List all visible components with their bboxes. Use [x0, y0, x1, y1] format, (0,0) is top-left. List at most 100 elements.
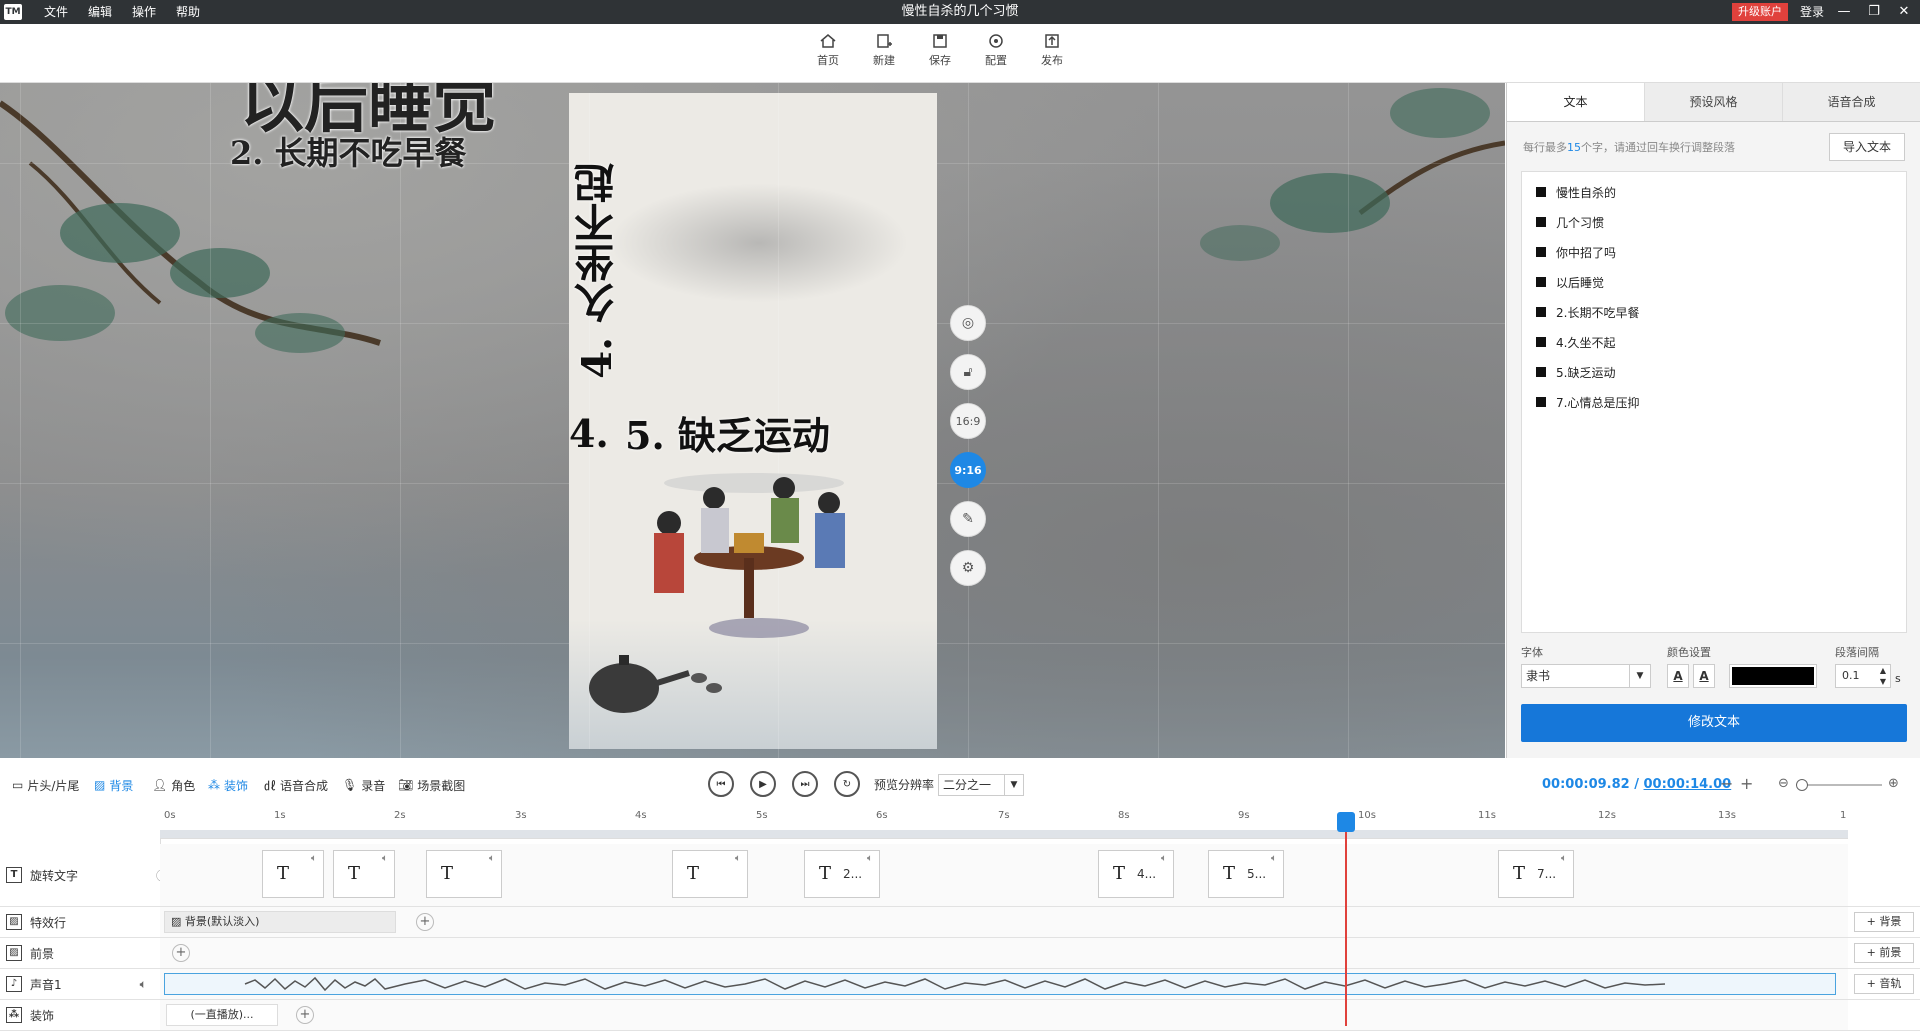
zoom-in-icon[interactable]: ⊕: [1888, 776, 1899, 791]
audio-clip[interactable]: [164, 973, 1836, 995]
total-time[interactable]: 00:00:14.00: [1644, 777, 1732, 792]
stepper-arrows-icon[interactable]: ▲ ▼: [1880, 665, 1886, 687]
track-area[interactable]: T 🔈︎ T 🔈︎ T 🔈︎ T 🔈︎ T 🔈︎ 2... T 🔈︎ 4... T 🔈︎ 5... …: [160, 844, 1848, 906]
list-item[interactable]: 2.长期不吃早餐: [1536, 302, 1639, 322]
list-item[interactable]: 慢性自杀的: [1536, 182, 1616, 202]
background-clip[interactable]: ▨ 背景(默认淡入): [164, 911, 396, 933]
spacing-stepper[interactable]: 0.1 ▲ ▼: [1835, 664, 1891, 688]
text-clip[interactable]: T 🔈︎ 7...: [1498, 850, 1574, 898]
track-area[interactable]: +: [160, 938, 1848, 968]
add-background-button[interactable]: + 背景: [1854, 912, 1914, 932]
volume-icon[interactable]: 🔈︎: [140, 977, 147, 992]
speaker-icon[interactable]: 🔈︎: [382, 853, 388, 864]
list-item[interactable]: 5.缺乏运动: [1536, 362, 1615, 382]
decoration-button[interactable]: ⁂ 装饰: [208, 764, 248, 806]
config-button[interactable]: 配置: [978, 30, 1014, 68]
tab-preset-style[interactable]: 预设风格: [1645, 83, 1783, 121]
menu-help[interactable]: 帮助: [166, 0, 210, 24]
intro-outro-button[interactable]: ▭ 片头/片尾: [12, 764, 79, 806]
speech-synthesis-button[interactable]: ㎗语音合成: [264, 764, 328, 806]
font-select[interactable]: 隶书 ▼: [1521, 664, 1651, 688]
vertical-text-item4[interactable]: 4. 久坐不起: [569, 163, 627, 379]
speaker-icon[interactable]: 🔈︎: [867, 853, 873, 864]
text-clip[interactable]: T 🔈︎ 2...: [804, 850, 880, 898]
tab-text[interactable]: 文本: [1507, 83, 1645, 121]
background-button[interactable]: ▨ 背景: [94, 764, 133, 806]
playhead[interactable]: [1337, 812, 1355, 1026]
skip-back-icon[interactable]: ⏮: [708, 771, 734, 797]
list-item[interactable]: 你中招了吗: [1536, 242, 1616, 262]
add-clip-button[interactable]: +: [296, 1006, 314, 1024]
save-button[interactable]: 保存: [922, 30, 958, 68]
text-clip[interactable]: T 🔈︎: [333, 850, 395, 898]
zoom-out-icon[interactable]: ⊖: [1778, 776, 1789, 791]
fit-view-button[interactable]: ◎: [950, 305, 986, 341]
stroke-color-button[interactable]: A: [1693, 664, 1715, 688]
list-item[interactable]: 7.心情总是压抑: [1536, 392, 1639, 412]
zoom-slider[interactable]: [1796, 784, 1882, 786]
text-clip[interactable]: T 🔈︎: [262, 850, 324, 898]
ruler-tick: 3s: [515, 810, 527, 821]
text-clip[interactable]: T 🔈︎: [672, 850, 748, 898]
text-clip[interactable]: T 🔈︎ 5...: [1208, 850, 1284, 898]
import-text-button[interactable]: 导入文本: [1829, 133, 1905, 161]
add-clip-button[interactable]: +: [172, 944, 190, 962]
track-area[interactable]: (一直播放)... +: [160, 1000, 1848, 1030]
close-icon[interactable]: ✕: [1890, 0, 1918, 24]
preview-stage[interactable]: 以后睡觉 2. 长期不吃早餐 4. 久坐不起 5. 缺乏运动 4.: [0, 83, 1505, 758]
resolution-select[interactable]: 二分之一 ▼: [938, 774, 1024, 796]
add-foreground-button[interactable]: + 前景: [1854, 943, 1914, 963]
list-item[interactable]: 以后睡觉: [1536, 272, 1604, 292]
modify-text-button[interactable]: 修改文本: [1521, 704, 1907, 742]
play-icon[interactable]: ▶: [750, 771, 776, 797]
time-ruler[interactable]: 0s 1s 2s 3s 4s 5s 6s 7s 8s 9s 10s 11s 12…: [160, 808, 1848, 839]
timeline-scrollbar[interactable]: [160, 830, 1848, 838]
text-item5[interactable]: 5. 缺乏运动: [625, 405, 830, 460]
portrait-canvas[interactable]: 4. 久坐不起 5. 缺乏运动 4.: [569, 93, 937, 749]
upgrade-button[interactable]: 升级账户: [1732, 3, 1788, 21]
minimize-icon[interactable]: —: [1830, 0, 1858, 24]
text-clip[interactable]: T 🔈︎: [426, 850, 502, 898]
menu-operate[interactable]: 操作: [122, 0, 166, 24]
speaker-icon[interactable]: 🔈︎: [489, 853, 495, 864]
plus-icon[interactable]: +: [1740, 774, 1753, 793]
track-area[interactable]: [160, 969, 1848, 999]
minus-icon[interactable]: −: [1720, 774, 1733, 793]
home-button[interactable]: 首页: [810, 30, 846, 68]
ratio-16-9-button[interactable]: 16:9: [950, 403, 986, 439]
track-area[interactable]: ▨ 背景(默认淡入) +: [160, 907, 1848, 937]
character-button[interactable]: 👤︎ 角色: [152, 764, 195, 806]
new-button[interactable]: 新建: [866, 30, 902, 68]
text-clip[interactable]: T 🔈︎ 4...: [1098, 850, 1174, 898]
scene-screenshot-button[interactable]: 📷︎ 场景截图: [398, 764, 465, 806]
speaker-icon[interactable]: 🔈︎: [735, 853, 741, 864]
speaker-icon[interactable]: 🔈︎: [1271, 853, 1277, 864]
restore-icon[interactable]: ❐: [1860, 0, 1888, 24]
tab-speech-synthesis[interactable]: 语音合成: [1783, 83, 1920, 121]
login-link[interactable]: 登录: [1800, 0, 1824, 24]
add-clip-button[interactable]: +: [416, 913, 434, 931]
record-button[interactable]: 🎙︎ 录音: [342, 764, 385, 806]
text-lines-list[interactable]: 慢性自杀的 几个习惯 你中招了吗 以后睡觉 2.长期不吃早餐 4.久坐不起 5.…: [1521, 171, 1907, 633]
list-item[interactable]: 几个习惯: [1536, 212, 1604, 232]
speaker-icon[interactable]: 🔈︎: [1161, 853, 1167, 864]
color-picker[interactable]: [1729, 664, 1817, 688]
decoration-clip[interactable]: (一直播放)...: [166, 1004, 278, 1026]
replay-icon[interactable]: ↻: [834, 771, 860, 797]
text-color-button[interactable]: A: [1667, 664, 1689, 688]
speaker-icon[interactable]: 🔈︎: [311, 853, 317, 864]
edit-pen-icon[interactable]: ✎: [950, 501, 986, 537]
menu-file[interactable]: 文件: [34, 0, 78, 24]
skip-forward-icon[interactable]: ⏭: [792, 771, 818, 797]
add-audio-track-button[interactable]: + 音轨: [1854, 974, 1914, 994]
settings-icon[interactable]: ⚙: [950, 550, 986, 586]
stage-item2-text[interactable]: 2. 长期不吃早餐: [230, 128, 467, 174]
ratio-9-16-button[interactable]: 9:16: [950, 452, 986, 488]
menu-edit[interactable]: 编辑: [78, 0, 122, 24]
speaker-icon[interactable]: 🔈︎: [1561, 853, 1567, 864]
zoom-slider-handle[interactable]: [1796, 779, 1808, 791]
publish-button[interactable]: 发布: [1034, 30, 1070, 68]
list-item[interactable]: 4.久坐不起: [1536, 332, 1615, 352]
unlock-icon[interactable]: 🔓︎: [950, 354, 986, 390]
playhead-handle[interactable]: [1337, 812, 1355, 832]
